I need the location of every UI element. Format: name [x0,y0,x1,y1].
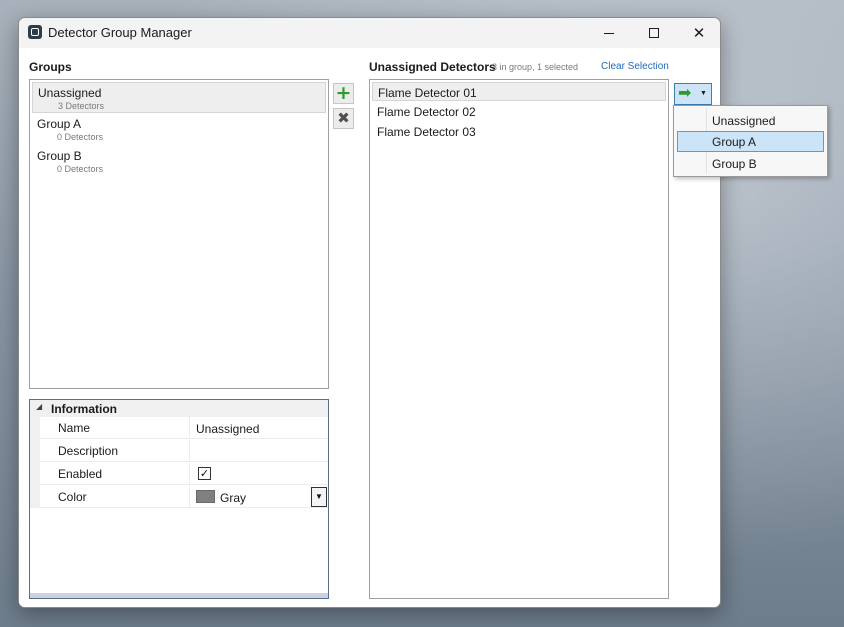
remove-group-button[interactable]: ✖ [333,108,354,129]
menu-item-group-a[interactable]: Group A [677,131,824,152]
name-value[interactable]: Unassigned [196,422,259,436]
color-swatch [196,490,215,503]
selection-info: 3 in group, 1 selected [492,62,579,72]
group-item-group-a[interactable]: Group A 0 Detectors [32,114,326,145]
chevron-down-icon: ▼ [700,90,707,97]
maximize-icon [649,28,659,38]
information-header[interactable]: ◢ Information [30,400,328,417]
color-dropdown-button[interactable]: ▼ [311,487,327,507]
group-item-group-b[interactable]: Group B 0 Detectors [32,146,326,177]
property-divider [189,440,190,461]
detector-item-02[interactable]: Flame Detector 02 [372,102,666,121]
detector-group-manager-window: Detector Group Manager ✕ Groups Unassign… [18,17,721,608]
group-item-unassigned[interactable]: Unassigned 3 Detectors [32,82,326,113]
property-row-description[interactable]: Description [40,440,328,462]
property-label: Enabled [58,467,103,481]
move-to-group-button[interactable]: ➡ ▼ [674,83,712,105]
group-count: 0 Detectors [57,164,104,174]
unassigned-detectors-heading: Unassigned Detectors [369,60,496,74]
color-value: Gray [220,491,247,505]
close-icon: ✕ [692,23,706,42]
minimize-icon [604,32,614,34]
close-button[interactable]: ✕ [676,18,720,48]
property-divider [189,463,190,484]
clear-selection-link[interactable]: Clear Selection [601,61,669,72]
groups-heading: Groups [29,60,72,74]
maximize-button[interactable] [631,18,677,48]
detectors-list[interactable]: Flame Detector 01 Flame Detector 02 Flam… [369,79,669,599]
title-bar: Detector Group Manager ✕ [19,18,720,48]
property-row-enabled[interactable]: Enabled ✓ [40,463,328,485]
menu-item-group-b[interactable]: Group B [677,153,824,174]
information-title: Information [51,402,117,416]
property-divider [189,417,190,438]
main-content: Groups Unassigned 3 Detectors Group A 0 … [19,48,720,607]
plus-icon: + [335,81,352,104]
groups-list[interactable]: Unassigned 3 Detectors Group A 0 Detecto… [29,79,329,389]
group-name: Unassigned [38,86,102,100]
add-group-button[interactable]: + [333,83,354,104]
move-to-group-menu: Unassigned Group A Group B [673,105,828,177]
detector-item-01[interactable]: Flame Detector 01 [372,82,666,101]
group-count: 3 Detectors [58,101,105,111]
property-label: Name [58,421,91,435]
x-icon: ✖ [337,109,350,127]
app-icon [28,25,42,39]
enabled-checkbox[interactable]: ✓ [198,467,211,480]
group-name: Group B [37,149,82,163]
property-row-color[interactable]: Color Gray ▼ [40,486,328,508]
detector-item-03[interactable]: Flame Detector 03 [372,122,666,141]
property-label: Color [58,490,87,504]
window-title: Detector Group Manager [48,25,192,40]
minimize-button[interactable] [586,18,632,48]
menu-item-unassigned[interactable]: Unassigned [677,110,824,131]
property-divider [189,486,190,507]
collapse-arrow-icon[interactable]: ◢ [36,402,42,411]
arrow-right-icon: ➡ [678,83,692,102]
property-row-name[interactable]: Name Unassigned [40,417,328,439]
group-name: Group A [37,117,82,131]
property-label: Description [58,444,119,458]
property-gutter [30,417,40,508]
horizontal-scrollbar[interactable] [30,593,328,598]
group-count: 0 Detectors [57,132,104,142]
information-panel: ◢ Information Name Unassigned Descriptio… [29,399,329,599]
